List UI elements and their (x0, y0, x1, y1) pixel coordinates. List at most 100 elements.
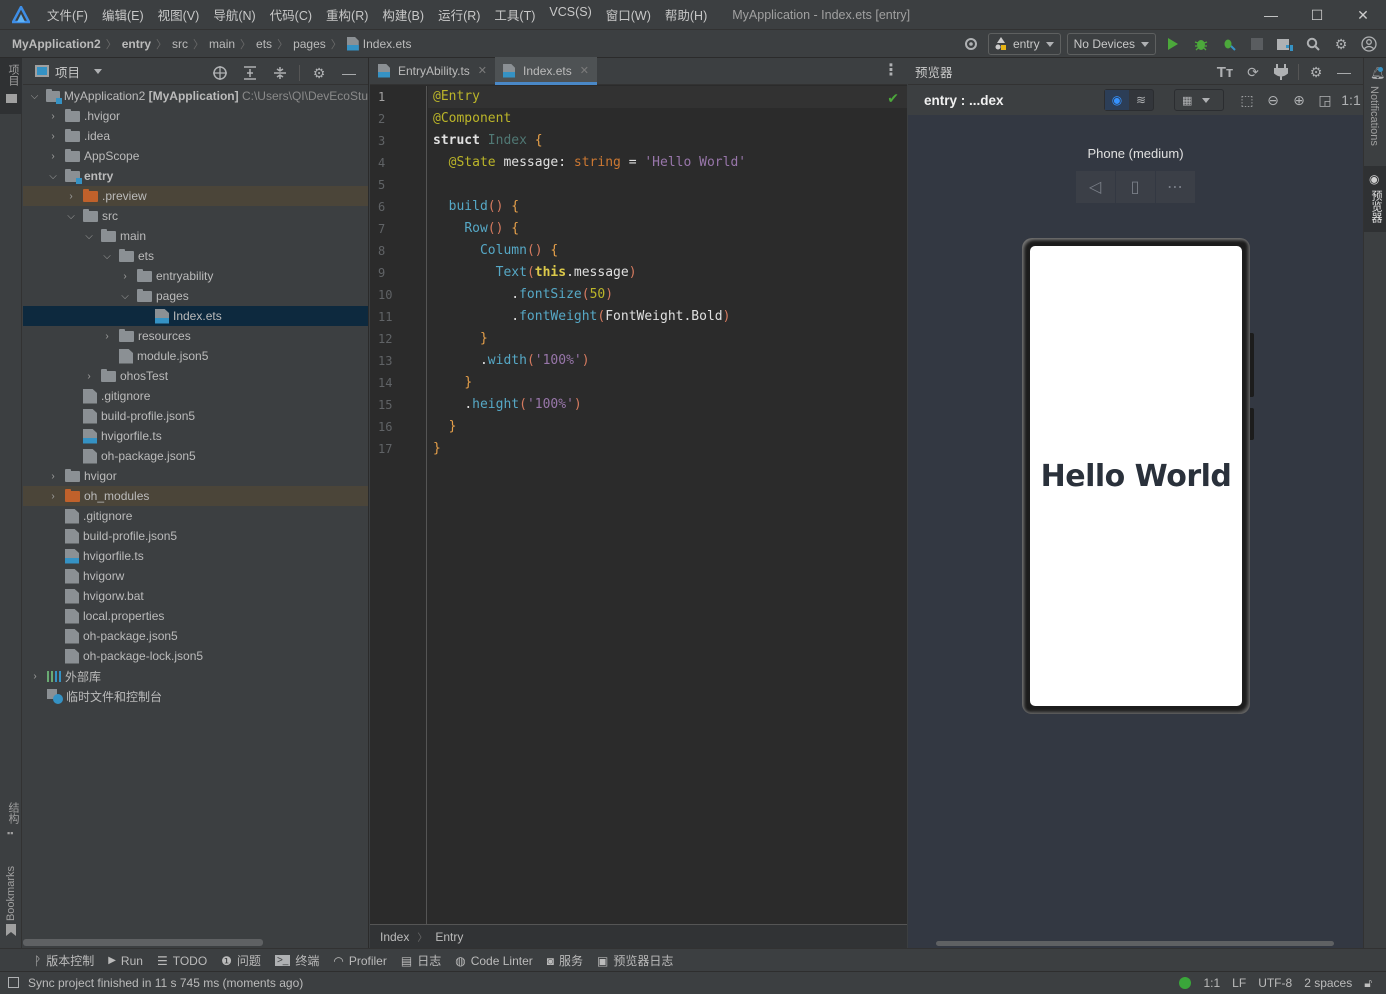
previewer-tool-button[interactable]: ◉ 预览器 (1364, 166, 1386, 232)
layers-icon[interactable]: ≋ (1129, 90, 1153, 110)
chevron-down-icon[interactable]: ⌵ (119, 291, 131, 302)
breadcrumb-item[interactable]: ets (256, 37, 272, 51)
zoom-out-icon[interactable]: ⊖ (1262, 89, 1284, 111)
chevron-right-icon[interactable]: › (101, 331, 113, 342)
chevron-right-icon[interactable]: › (65, 191, 77, 202)
menu-vcs[interactable]: VCS(S) (542, 5, 598, 24)
chevron-down-icon[interactable]: ⌵ (83, 231, 95, 242)
lock-icon[interactable]: 🔓︎ (1364, 976, 1372, 991)
tree-item[interactable]: › .hvigor (23, 106, 368, 126)
maximize-button[interactable]: ☐ (1294, 0, 1340, 30)
menu-code[interactable]: 代码(C) (263, 5, 319, 24)
module-selector[interactable]: entry (987, 33, 1061, 55)
breadcrumb-item[interactable]: src (172, 37, 188, 51)
chevron-down-icon[interactable]: ⌵ (29, 91, 40, 102)
hide-panel-icon[interactable]: — (1333, 61, 1355, 83)
tree-item[interactable]: › .preview (23, 186, 368, 206)
tree-item[interactable]: › .idea (23, 126, 368, 146)
tree-item[interactable]: module.json5 (23, 346, 368, 366)
view-selector-chevron-icon[interactable] (94, 68, 103, 74)
tree-external-libraries[interactable]: › 外部库 (23, 666, 368, 686)
tool-profiler[interactable]: ◠ Profiler (333, 954, 387, 968)
locate-file-icon[interactable] (209, 62, 231, 84)
actual-size-button[interactable]: 1:1 (1340, 89, 1362, 111)
refresh-icon[interactable]: ⟳ (1242, 61, 1264, 83)
menu-edit[interactable]: 编辑(E) (95, 5, 151, 24)
tree-item[interactable]: ⌵ pages (23, 286, 368, 306)
collapse-all-icon[interactable] (269, 62, 291, 84)
tool-todo[interactable]: ☰ TODO (157, 954, 207, 968)
tree-item[interactable]: › resources (23, 326, 368, 346)
breadcrumb-item[interactable]: main (209, 37, 235, 51)
menu-navigate[interactable]: 导航(N) (206, 5, 262, 24)
horizontal-scrollbar[interactable] (936, 941, 1334, 946)
minimize-button[interactable]: — (1248, 0, 1294, 30)
tree-item[interactable]: hvigorw (23, 566, 368, 586)
chevron-right-icon[interactable]: › (47, 151, 59, 162)
menu-help[interactable]: 帮助(H) (658, 5, 714, 24)
status-indicator-icon[interactable] (1179, 977, 1192, 989)
file-encoding[interactable]: UTF-8 (1258, 976, 1292, 990)
more-tabs-icon[interactable]: ⋮ (883, 62, 899, 80)
chevron-down-icon[interactable]: ⌵ (101, 251, 113, 262)
tree-item[interactable]: › hvigor (23, 466, 368, 486)
tree-item[interactable]: oh-package-lock.json5 (23, 646, 368, 666)
breadcrumb-item[interactable]: MyApplication2 (12, 37, 101, 51)
toggle-tool-windows-icon[interactable] (8, 977, 19, 988)
tree-item[interactable]: hvigorfile.ts (23, 426, 368, 446)
tree-item[interactable]: hvigorfile.ts (23, 546, 368, 566)
horizontal-scrollbar[interactable] (23, 939, 263, 946)
tool-previewer-log[interactable]: ▣ 预览器日志 (597, 952, 673, 969)
close-button[interactable]: ✕ (1340, 0, 1386, 30)
menu-file[interactable]: 文件(F) (40, 5, 95, 24)
tab-index-ets[interactable]: Index.ets ✕ (495, 57, 597, 85)
menu-build[interactable]: 构建(B) (375, 5, 431, 24)
chevron-down-icon[interactable]: ⌵ (47, 171, 59, 182)
cursor-position[interactable]: 1:1 (1203, 976, 1220, 990)
tree-item[interactable]: hvigorw.bat (23, 586, 368, 606)
attach-debugger-icon[interactable] (1218, 33, 1240, 55)
tool-run[interactable]: ▶ Run (108, 954, 143, 968)
tree-item[interactable]: oh-package.json5 (23, 446, 368, 466)
chevron-right-icon[interactable]: › (83, 371, 95, 382)
rotate-icon[interactable]: ▯ (1116, 171, 1156, 203)
close-tab-icon[interactable]: ✕ (478, 64, 487, 77)
gear-icon[interactable]: ⚙ (1305, 61, 1327, 83)
notifications-tool-button[interactable]: 🔔︎ Notifications (1364, 58, 1386, 166)
font-size-icon[interactable]: Tт (1214, 61, 1236, 83)
tree-item[interactable]: › entryability (23, 266, 368, 286)
status-message[interactable]: Sync project finished in 11 s 745 ms (mo… (28, 976, 303, 990)
run-icon[interactable] (1162, 33, 1184, 55)
target-icon[interactable] (960, 33, 982, 55)
gear-icon[interactable]: ⚙ (308, 62, 330, 84)
tree-item[interactable]: ⌵ entry (23, 166, 368, 186)
tree-item[interactable]: build-profile.json5 (23, 406, 368, 426)
tree-item[interactable]: Index.ets (23, 306, 368, 326)
menu-refactor[interactable]: 重构(R) (319, 5, 375, 24)
fit-screen-icon[interactable]: ◲ (1314, 89, 1336, 111)
tab-entryability[interactable]: EntryAbility.ts ✕ (370, 57, 495, 84)
tool-problems[interactable]: ❶ 问题 (221, 952, 261, 969)
settings-icon[interactable]: ⚙ (1330, 33, 1352, 55)
tree-item[interactable]: .gitignore (23, 506, 368, 526)
tree-item[interactable]: ⌵ ets (23, 246, 368, 266)
menu-window[interactable]: 窗口(W) (599, 5, 658, 24)
no-problems-check-icon[interactable]: ✔ (887, 90, 899, 107)
tree-item[interactable]: build-profile.json5 (23, 526, 368, 546)
tool-code-linter[interactable]: ◍ Code Linter (455, 954, 533, 968)
breadcrumb-item[interactable]: Index.ets (363, 37, 412, 51)
tree-item[interactable]: › AppScope (23, 146, 368, 166)
chevron-right-icon[interactable]: › (29, 671, 41, 682)
indent-setting[interactable]: 2 spaces (1304, 976, 1352, 990)
zoom-in-icon[interactable]: ⊕ (1288, 89, 1310, 111)
menu-view[interactable]: 视图(V) (151, 5, 207, 24)
tree-item[interactable]: .gitignore (23, 386, 368, 406)
chevron-right-icon[interactable]: › (47, 111, 59, 122)
tool-log[interactable]: ▤ 日志 (401, 952, 441, 969)
debug-icon[interactable] (1190, 33, 1212, 55)
tree-scratches[interactable]: 临时文件和控制台 (23, 686, 368, 706)
menu-tools[interactable]: 工具(T) (487, 5, 542, 24)
multi-device-selector[interactable]: ▦ (1174, 89, 1224, 111)
tree-item[interactable]: › ohosTest (23, 366, 368, 386)
tree-root[interactable]: ⌵ MyApplication2 [MyApplication] C:\User… (23, 86, 368, 106)
